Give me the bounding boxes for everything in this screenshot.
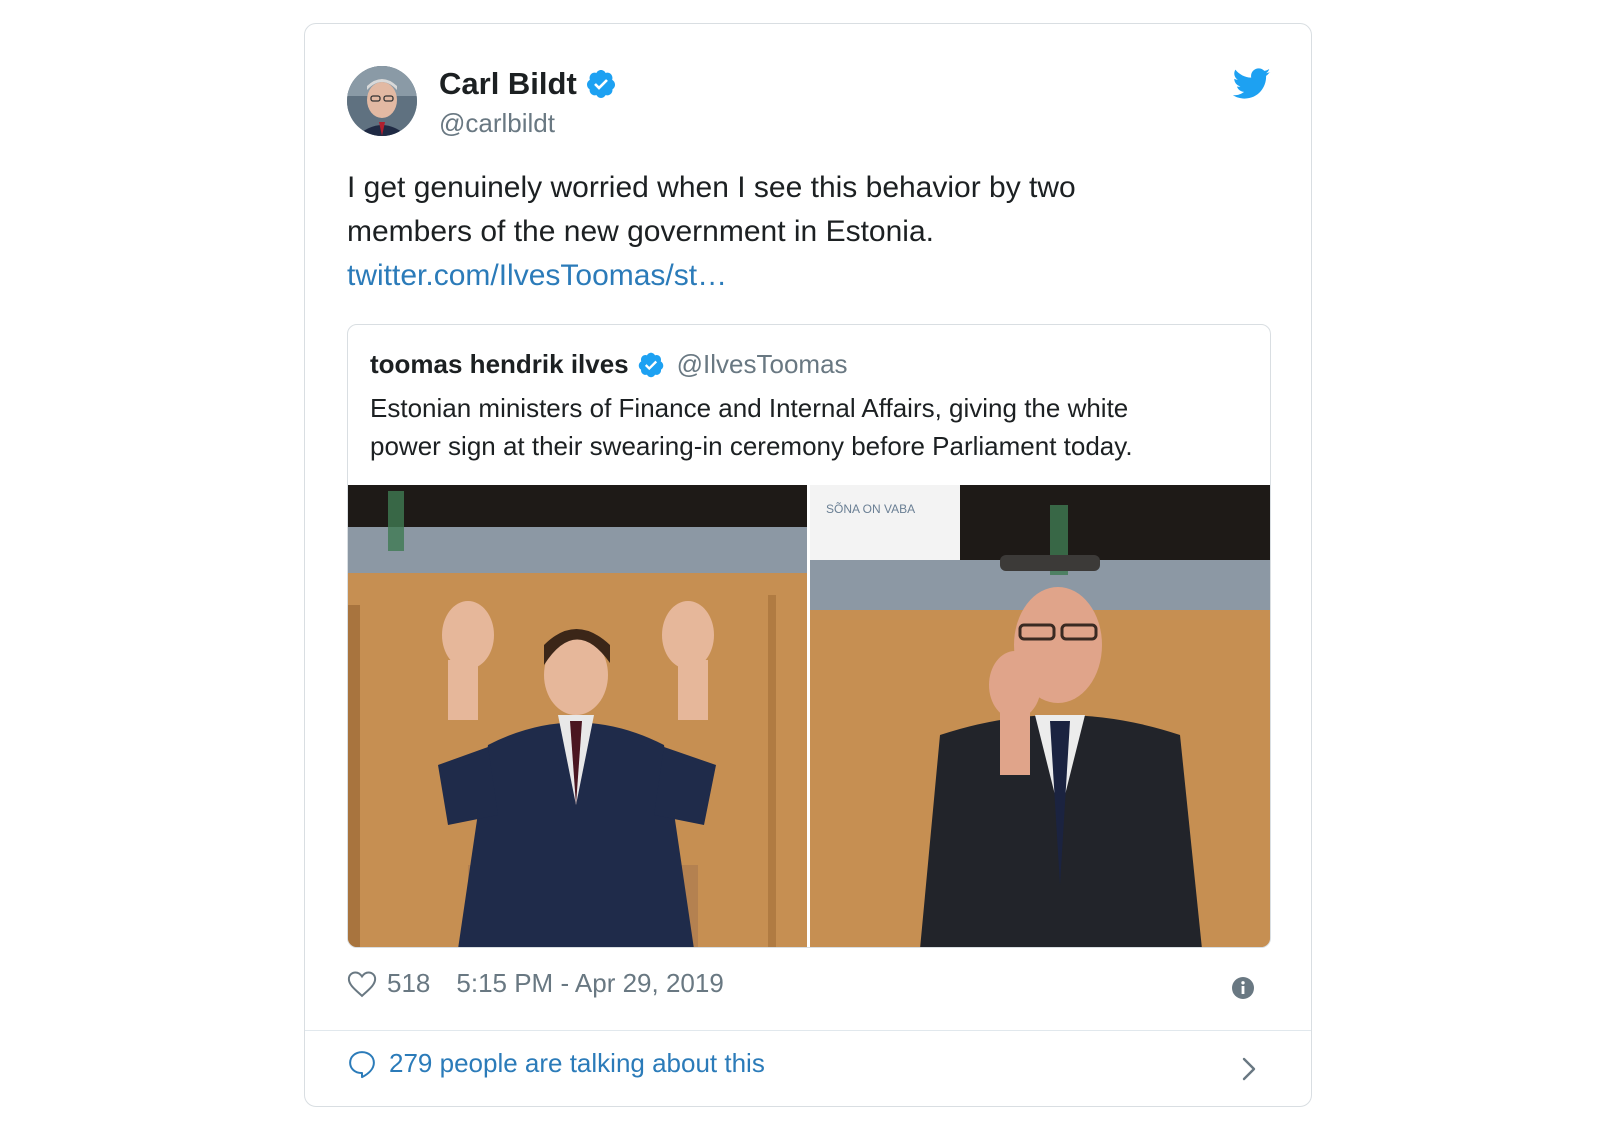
quoted-tweet[interactable]: toomas hendrik ilves @IlvesToomas Estoni… bbox=[347, 324, 1271, 948]
tweet-link[interactable]: twitter.com/IlvesToomas/st… bbox=[347, 254, 1247, 298]
comment-bubble-icon bbox=[349, 1050, 375, 1078]
embedded-tweet-card: Carl Bildt @carlbildt I get genuinely wo… bbox=[304, 23, 1312, 1107]
photo-minister-1[interactable] bbox=[348, 485, 807, 947]
timestamp[interactable]: 5:15 PM - Apr 29, 2019 bbox=[456, 968, 723, 999]
tweet-meta: 518 5:15 PM - Apr 29, 2019 bbox=[347, 968, 724, 999]
shirt-text: SÕNA ON VABA bbox=[826, 501, 915, 516]
verified-badge-icon bbox=[638, 352, 663, 377]
quoted-text-line-2: power sign at their swearing-in ceremony… bbox=[370, 431, 1133, 461]
verified-badge-icon bbox=[586, 70, 615, 98]
twitter-bird-icon[interactable] bbox=[1233, 68, 1271, 100]
author-avatar[interactable] bbox=[347, 66, 417, 136]
quoted-author-name: toomas hendrik ilves bbox=[370, 349, 629, 379]
tweet-text-line-1: I get genuinely worried when I see this … bbox=[347, 171, 1076, 204]
conversation-text[interactable]: 279 people are talking about this bbox=[389, 1048, 765, 1079]
footer-divider bbox=[305, 1030, 1311, 1031]
tweet-text: I get genuinely worried when I see this … bbox=[347, 166, 1247, 298]
author-name-row[interactable]: Carl Bildt bbox=[439, 66, 617, 102]
avatar-photo bbox=[347, 66, 417, 136]
author-display-name[interactable]: Carl Bildt bbox=[439, 66, 577, 102]
quoted-author-handle: @IlvesToomas bbox=[676, 349, 848, 379]
quoted-tweet-text: Estonian ministers of Finance and Intern… bbox=[370, 389, 1250, 465]
quoted-tweet-header: toomas hendrik ilves @IlvesToomas bbox=[370, 349, 848, 380]
info-icon[interactable] bbox=[1231, 976, 1255, 1000]
heart-icon[interactable] bbox=[347, 970, 377, 998]
author-handle[interactable]: @carlbildt bbox=[439, 108, 555, 139]
quoted-tweet-photos: SÕNA ON VABA bbox=[348, 485, 1270, 947]
like-count[interactable]: 518 bbox=[387, 968, 430, 999]
chevron-right-icon[interactable] bbox=[1239, 1056, 1259, 1082]
conversation-link[interactable]: 279 people are talking about this bbox=[347, 1048, 765, 1079]
photo-minister-2[interactable]: SÕNA ON VABA bbox=[810, 485, 1270, 947]
quoted-text-line-1: Estonian ministers of Finance and Intern… bbox=[370, 393, 1129, 423]
tweet-text-line-2: members of the new government in Estonia… bbox=[347, 215, 934, 248]
